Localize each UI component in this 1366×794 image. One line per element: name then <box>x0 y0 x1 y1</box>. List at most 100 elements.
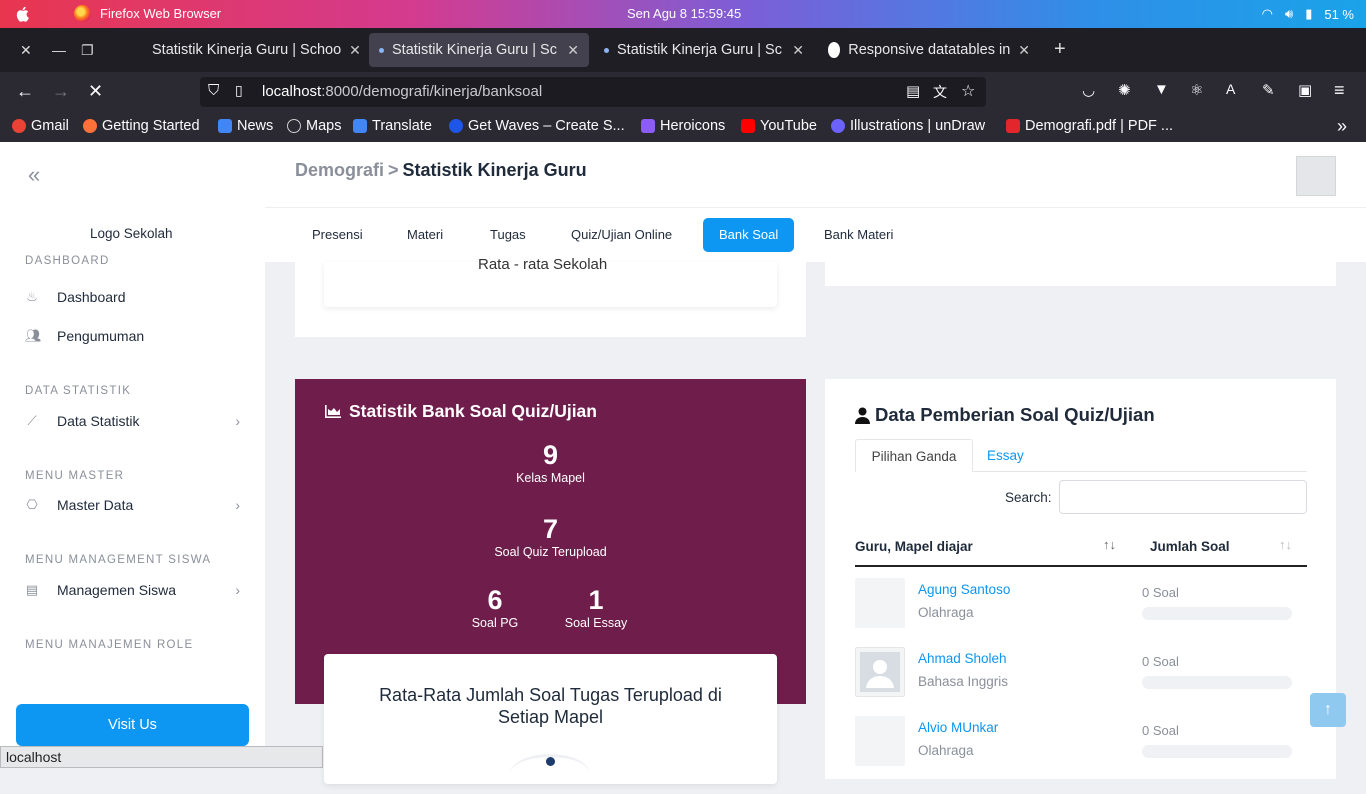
id-card-icon: ▤ <box>25 582 39 597</box>
close-tab-icon[interactable]: ✕ <box>1018 42 1030 59</box>
browser-tab-strip: ✕ — ❐ Statistik Kinerja Guru | Schoo ✕ S… <box>0 28 1366 72</box>
breadcrumb-parent[interactable]: Demografi <box>295 160 384 180</box>
forward-icon[interactable]: → <box>52 81 70 102</box>
sidebar-item-dashboard[interactable]: ♨ Dashboard <box>25 289 240 305</box>
close-tab-icon[interactable]: ✕ <box>567 42 579 59</box>
battery-icon: ▮ <box>1305 6 1313 21</box>
table-row: Agung Santoso Olahraga 0 Soal <box>825 578 1336 638</box>
teacher-name-link[interactable]: Alvio MUnkar <box>918 720 998 735</box>
sidebar-item-label: Managemen Siswa <box>57 582 177 598</box>
tab-quiz-ujian-online[interactable]: Quiz/Ujian Online <box>555 218 688 252</box>
volume-icon: 🔊︎ <box>1285 6 1294 21</box>
close-window-icon[interactable]: ✕ <box>20 42 32 59</box>
bookmark-gmail[interactable]: Gmail <box>12 118 69 134</box>
vue-devtools-icon[interactable]: ▼ <box>1154 81 1169 98</box>
tab-essay[interactable]: Essay <box>987 439 1024 472</box>
translate-ext-icon[interactable]: A <box>1226 81 1235 97</box>
color-picker-icon[interactable]: ✎ <box>1262 81 1275 99</box>
close-tab-icon[interactable]: ✕ <box>349 42 361 59</box>
chevron-right-icon: › <box>235 413 240 429</box>
google-translate-icon <box>353 119 367 133</box>
teacher-photo <box>855 716 905 766</box>
bookmark-demografi-pdf[interactable]: Demografi.pdf | PDF ... <box>1006 118 1173 134</box>
card-title: Data Pemberian Soal Quiz/Ujian <box>855 404 1155 426</box>
more-bookmarks-icon[interactable]: » <box>1337 116 1347 137</box>
page-icon[interactable]: ▯ <box>235 82 243 99</box>
stat-value: 6 <box>487 585 503 615</box>
tab-presensi[interactable]: Presensi <box>296 218 379 252</box>
new-tab-icon[interactable]: + <box>1054 38 1066 61</box>
bookmark-news[interactable]: News <box>218 118 273 134</box>
back-icon[interactable]: ← <box>16 81 34 102</box>
table-row: Alvio MUnkar Olahraga 0 Soal <box>825 716 1336 776</box>
shield-icon[interactable]: ⛉ <box>208 82 219 99</box>
url-bar[interactable]: ⛉ ▯ localhost:8000/demografi/kinerja/ban… <box>200 77 986 107</box>
tab-materi[interactable]: Materi <box>391 218 459 252</box>
bookmark-maps[interactable]: Maps <box>287 118 341 134</box>
browser-tab[interactable]: Responsive datatables in ✕ <box>818 33 1040 67</box>
bookmark-heroicons[interactable]: Heroicons <box>641 118 725 134</box>
visit-us-button[interactable]: Visit Us <box>16 704 249 746</box>
sidebar-section-data-statistik: DATA STATISTIK <box>25 385 132 397</box>
sidebar-item-managemen-siswa[interactable]: ▤ Managemen Siswa › <box>25 582 240 598</box>
reader-view-icon[interactable]: ▤ <box>906 82 920 100</box>
sidebar-section-manajemen-role: MENU MANAJEMEN ROLE <box>25 639 194 651</box>
avatar[interactable] <box>1296 156 1336 196</box>
translate-icon[interactable]: 文 <box>933 82 947 102</box>
stat-kelas-mapel: 9 Kelas Mapel <box>295 440 806 485</box>
tab-tugas[interactable]: Tugas <box>474 218 542 252</box>
stop-icon[interactable]: ✕ <box>88 81 103 102</box>
sidebar-item-pengumuman[interactable]: 👥︎ Pengumuman <box>25 328 240 344</box>
avatar-placeholder-icon <box>860 652 900 692</box>
bookmark-translate[interactable]: Translate <box>353 118 432 134</box>
collapse-sidebar-icon[interactable]: « <box>28 162 40 188</box>
tab-bank-materi[interactable]: Bank Materi <box>808 218 909 252</box>
column-header-guru[interactable]: Guru, Mapel diajar <box>855 539 973 554</box>
bookmark-get-waves[interactable]: Get Waves – Create S... <box>449 118 625 134</box>
bookmarks-bar: Gmail Getting Started News Maps Translat… <box>0 112 1366 142</box>
tab-pilihan-ganda[interactable]: Pilihan Ganda <box>855 439 973 472</box>
teacher-photo <box>855 647 905 697</box>
bookmark-undraw[interactable]: Illustrations | unDraw <box>831 118 985 134</box>
stats-title: Statistik Bank Soal Quiz/Ujian <box>324 401 597 422</box>
stat-soal-pg: 6 Soal PG <box>445 585 545 630</box>
arrow-up-icon: ↑ <box>1324 701 1332 718</box>
sidebar-item-label: Pengumuman <box>57 328 145 344</box>
sidebar-item-label: Master Data <box>57 497 134 513</box>
sidebar-item-data-statistik[interactable]: ⟋ Data Statistik › <box>25 413 240 429</box>
browser-tab[interactable]: Statistik Kinerja Guru | Schoo ✕ <box>142 33 362 67</box>
teacher-subject: Olahraga <box>918 605 974 620</box>
search-input[interactable] <box>1059 480 1307 514</box>
sort-asc-icon[interactable]: ↑↓ <box>1103 537 1116 552</box>
pdf-icon <box>1006 119 1020 133</box>
extension-icon[interactable]: ✺ <box>1118 81 1131 99</box>
sidebar-item-master-data[interactable]: ⎔ Master Data › <box>25 497 240 513</box>
menu-icon[interactable]: ≡ <box>1334 80 1345 101</box>
teacher-name-link[interactable]: Agung Santoso <box>918 582 1010 597</box>
bookmark-youtube[interactable]: YouTube <box>741 118 817 134</box>
apple-icon[interactable] <box>14 5 32 23</box>
tab-bank-soal[interactable]: Bank Soal <box>703 218 795 252</box>
pocket-icon[interactable]: ◡ <box>1082 81 1095 99</box>
minimize-window-icon[interactable]: — <box>52 42 66 58</box>
maximize-window-icon[interactable]: ❐ <box>81 42 94 59</box>
teacher-name-link[interactable]: Ahmad Sholeh <box>918 651 1007 666</box>
stat-soal-quiz: 7 Soal Quiz Terupload <box>295 514 806 559</box>
wifi-icon: ◠ <box>1261 6 1273 21</box>
teacher-photo <box>855 578 905 628</box>
sidebar-item-label: Data Statistik <box>57 413 140 429</box>
bookmark-star-icon[interactable]: ☆ <box>961 81 975 101</box>
clock[interactable]: Sen Agu 8 15:59:45 <box>627 6 741 21</box>
sort-icon[interactable]: ↑↓ <box>1279 537 1292 552</box>
close-tab-icon[interactable]: ✕ <box>792 42 804 59</box>
stat-label: Soal Quiz Terupload <box>494 545 607 559</box>
scroll-to-top-button[interactable]: ↑ <box>1310 693 1346 727</box>
react-devtools-icon[interactable]: ⚛ <box>1190 81 1203 99</box>
system-tray[interactable]: ◠ 🔊︎ ▮ 51 % <box>1262 6 1354 22</box>
browser-tab-active[interactable]: Statistik Kinerja Guru | Sc ✕ <box>369 33 589 67</box>
browser-tab[interactable]: Statistik Kinerja Guru | Sc ✕ <box>594 33 814 67</box>
screenshot-icon[interactable]: ▣ <box>1298 81 1312 99</box>
bookmark-getting-started[interactable]: Getting Started <box>83 118 200 134</box>
firefox-icon <box>74 5 91 22</box>
column-header-jumlah[interactable]: Jumlah Soal <box>1150 539 1230 554</box>
